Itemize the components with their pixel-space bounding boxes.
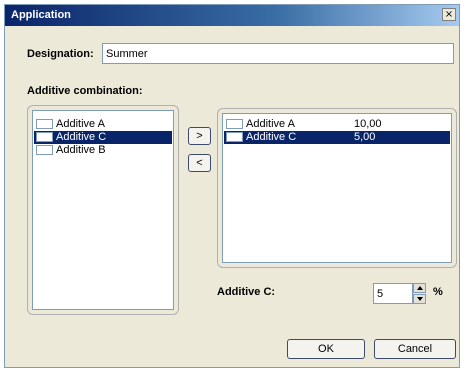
list-item-label: Additive A [56,118,105,130]
additive-c-input[interactable] [373,283,413,304]
list-item[interactable]: Additive C 5,00 [224,131,450,144]
title-bar[interactable]: Application × [5,5,459,26]
checkbox[interactable] [36,132,53,142]
right-list-group: Additive A 10,00 Additive C 5,00 [217,108,457,268]
list-item[interactable]: Additive C [34,131,172,144]
checkbox[interactable] [226,119,243,129]
list-item-label: Additive A [246,118,295,130]
list-item-label: Additive B [56,144,106,156]
list-item-label: Additive C [246,131,297,143]
checkbox[interactable] [226,132,243,142]
checkbox[interactable] [36,119,53,129]
list-item-value: 5,00 [354,131,376,143]
arrow-down-icon [417,297,423,301]
window-title: Application [11,9,71,21]
close-icon[interactable]: × [442,8,456,21]
left-list-group: Additive A Additive C Additive B [27,105,179,315]
available-additives-list[interactable]: Additive A Additive C Additive B [32,110,174,310]
list-item[interactable]: Additive A 10,00 [224,118,450,131]
list-item-label: Additive C [56,131,107,143]
designation-field[interactable] [102,43,454,64]
selected-additives-list[interactable]: Additive A 10,00 Additive C 5,00 [222,113,452,263]
ok-button[interactable]: OK [287,339,365,359]
spin-down-button[interactable] [413,294,426,304]
spin-up-button[interactable] [413,283,426,293]
application-dialog: Application × Designation: Additive comb… [4,4,460,368]
additive-combination-label: Additive combination: [27,85,143,97]
designation-label: Designation: [27,48,94,60]
checkbox[interactable] [36,145,53,155]
list-item[interactable]: Additive B [34,144,172,157]
list-item-value: 10,00 [354,118,382,130]
arrow-up-icon [417,286,423,290]
move-left-button[interactable]: < [188,154,211,172]
list-item[interactable]: Additive A [34,118,172,131]
cancel-button[interactable]: Cancel [374,339,456,359]
percent-unit: % [433,286,443,298]
additive-c-label: Additive C: [217,286,276,298]
move-right-button[interactable]: > [188,127,211,145]
additive-c-stepper[interactable] [373,283,427,304]
